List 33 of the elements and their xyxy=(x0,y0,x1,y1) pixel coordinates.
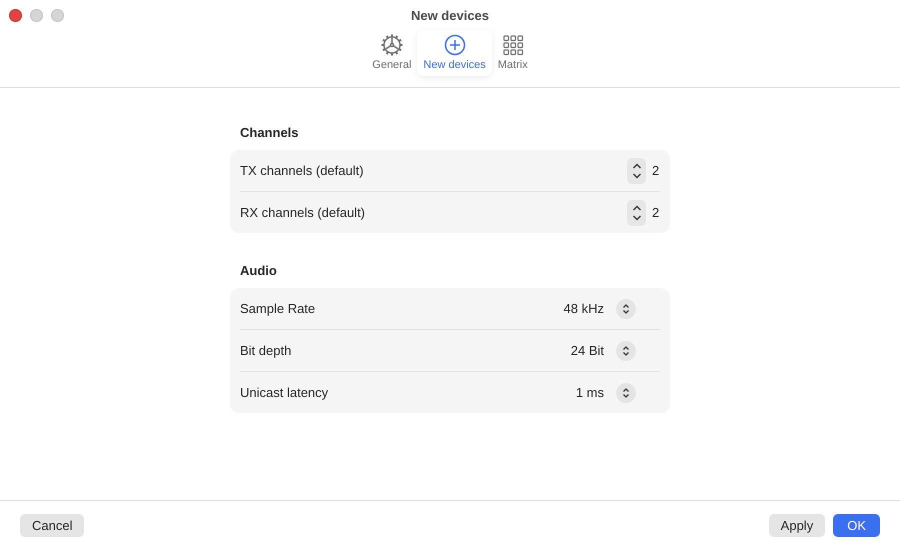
footer-button[interactable]: OK xyxy=(833,514,880,536)
chevron-up-down-icon xyxy=(632,162,642,180)
footer-button[interactable]: Cancel xyxy=(20,514,84,536)
chevron-up-down-icon xyxy=(632,204,642,222)
close-window-button[interactable] xyxy=(9,9,22,22)
popup-value[interactable]: 24 Bit xyxy=(570,343,604,358)
setting-label: Bit depth xyxy=(240,343,292,358)
gear-icon xyxy=(380,34,403,56)
section-heading: Channels xyxy=(240,125,300,140)
popup-button[interactable] xyxy=(616,340,636,360)
setting-label: TX channels (default) xyxy=(240,163,365,178)
window-title: New devices xyxy=(410,8,490,23)
grid-icon xyxy=(502,34,524,56)
toolbar-tab[interactable]: Matrix xyxy=(492,30,534,76)
chevron-up-down-icon xyxy=(622,302,630,314)
stepper-value: 2 xyxy=(652,163,660,178)
toolbar-tab[interactable]: General xyxy=(366,30,418,76)
setting-label: Sample Rate xyxy=(240,301,316,316)
chevron-up-down-icon xyxy=(622,386,630,398)
footer-button[interactable]: Apply xyxy=(768,514,826,536)
setting-label: RX channels (default) xyxy=(240,205,366,220)
popup-button[interactable] xyxy=(616,382,636,402)
stepper[interactable] xyxy=(627,158,646,184)
popup-button[interactable] xyxy=(616,298,636,318)
toolbar-tab[interactable]: New devices xyxy=(417,30,492,76)
stepper[interactable] xyxy=(627,200,646,226)
chevron-up-down-icon xyxy=(622,344,630,356)
popup-value[interactable]: 1 ms xyxy=(576,385,604,400)
popup-value[interactable]: 48 kHz xyxy=(564,301,604,316)
section-heading: Audio xyxy=(240,263,278,278)
stepper-value: 2 xyxy=(652,205,660,220)
plus-icon xyxy=(444,34,466,56)
setting-label: Unicast latency xyxy=(240,385,330,400)
